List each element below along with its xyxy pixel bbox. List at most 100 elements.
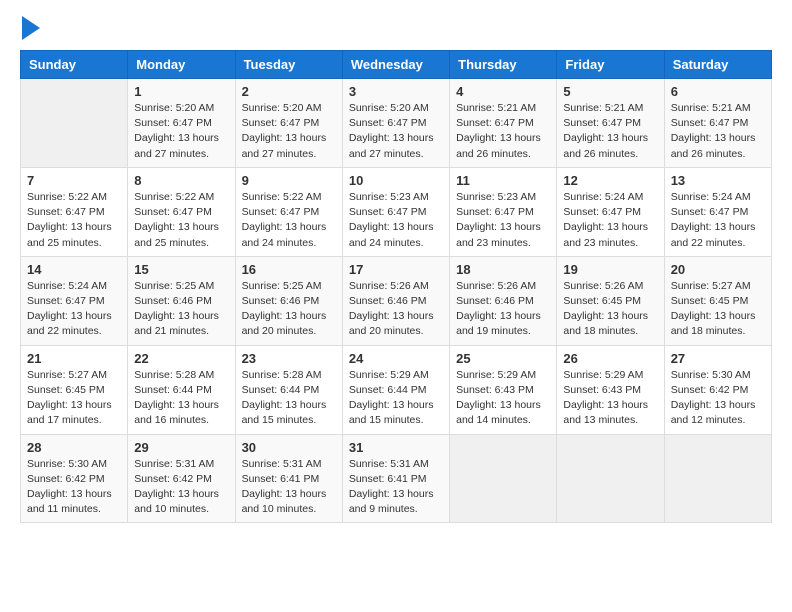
day-info: Sunrise: 5:21 AMSunset: 6:47 PMDaylight:… — [563, 101, 657, 162]
day-info: Sunrise: 5:21 AMSunset: 6:47 PMDaylight:… — [671, 101, 765, 162]
day-info: Sunrise: 5:24 AMSunset: 6:47 PMDaylight:… — [27, 279, 121, 340]
calendar-cell: 8 Sunrise: 5:22 AMSunset: 6:47 PMDayligh… — [128, 167, 235, 256]
day-info: Sunrise: 5:27 AMSunset: 6:45 PMDaylight:… — [27, 368, 121, 429]
day-number: 16 — [242, 262, 336, 277]
calendar-cell: 12 Sunrise: 5:24 AMSunset: 6:47 PMDaylig… — [557, 167, 664, 256]
calendar-cell: 16 Sunrise: 5:25 AMSunset: 6:46 PMDaylig… — [235, 256, 342, 345]
calendar-cell: 31 Sunrise: 5:31 AMSunset: 6:41 PMDaylig… — [342, 434, 449, 523]
col-header-monday: Monday — [128, 51, 235, 79]
day-info: Sunrise: 5:31 AMSunset: 6:41 PMDaylight:… — [349, 457, 443, 518]
calendar-cell: 24 Sunrise: 5:29 AMSunset: 6:44 PMDaylig… — [342, 345, 449, 434]
day-info: Sunrise: 5:29 AMSunset: 6:43 PMDaylight:… — [563, 368, 657, 429]
day-info: Sunrise: 5:20 AMSunset: 6:47 PMDaylight:… — [242, 101, 336, 162]
day-info: Sunrise: 5:27 AMSunset: 6:45 PMDaylight:… — [671, 279, 765, 340]
calendar-cell: 23 Sunrise: 5:28 AMSunset: 6:44 PMDaylig… — [235, 345, 342, 434]
calendar-week-row: 7 Sunrise: 5:22 AMSunset: 6:47 PMDayligh… — [21, 167, 772, 256]
calendar-cell: 11 Sunrise: 5:23 AMSunset: 6:47 PMDaylig… — [450, 167, 557, 256]
calendar-cell: 4 Sunrise: 5:21 AMSunset: 6:47 PMDayligh… — [450, 79, 557, 168]
day-info: Sunrise: 5:30 AMSunset: 6:42 PMDaylight:… — [671, 368, 765, 429]
calendar-week-row: 28 Sunrise: 5:30 AMSunset: 6:42 PMDaylig… — [21, 434, 772, 523]
day-number: 15 — [134, 262, 228, 277]
day-info: Sunrise: 5:23 AMSunset: 6:47 PMDaylight:… — [349, 190, 443, 251]
day-number: 7 — [27, 173, 121, 188]
calendar-header-row: SundayMondayTuesdayWednesdayThursdayFrid… — [21, 51, 772, 79]
calendar-cell: 3 Sunrise: 5:20 AMSunset: 6:47 PMDayligh… — [342, 79, 449, 168]
logo — [20, 20, 40, 40]
day-number: 26 — [563, 351, 657, 366]
logo-arrow-icon — [22, 16, 40, 40]
calendar-cell: 27 Sunrise: 5:30 AMSunset: 6:42 PMDaylig… — [664, 345, 771, 434]
col-header-saturday: Saturday — [664, 51, 771, 79]
calendar-cell — [557, 434, 664, 523]
day-number: 8 — [134, 173, 228, 188]
calendar-cell: 1 Sunrise: 5:20 AMSunset: 6:47 PMDayligh… — [128, 79, 235, 168]
calendar-cell: 18 Sunrise: 5:26 AMSunset: 6:46 PMDaylig… — [450, 256, 557, 345]
day-number: 20 — [671, 262, 765, 277]
day-info: Sunrise: 5:29 AMSunset: 6:44 PMDaylight:… — [349, 368, 443, 429]
day-info: Sunrise: 5:28 AMSunset: 6:44 PMDaylight:… — [134, 368, 228, 429]
day-number: 18 — [456, 262, 550, 277]
day-info: Sunrise: 5:30 AMSunset: 6:42 PMDaylight:… — [27, 457, 121, 518]
calendar-table: SundayMondayTuesdayWednesdayThursdayFrid… — [20, 50, 772, 523]
day-number: 25 — [456, 351, 550, 366]
day-number: 5 — [563, 84, 657, 99]
calendar-cell — [450, 434, 557, 523]
calendar-week-row: 14 Sunrise: 5:24 AMSunset: 6:47 PMDaylig… — [21, 256, 772, 345]
day-number: 10 — [349, 173, 443, 188]
day-info: Sunrise: 5:28 AMSunset: 6:44 PMDaylight:… — [242, 368, 336, 429]
page-header — [20, 20, 772, 40]
col-header-thursday: Thursday — [450, 51, 557, 79]
calendar-cell: 28 Sunrise: 5:30 AMSunset: 6:42 PMDaylig… — [21, 434, 128, 523]
day-number: 9 — [242, 173, 336, 188]
day-number: 21 — [27, 351, 121, 366]
day-info: Sunrise: 5:25 AMSunset: 6:46 PMDaylight:… — [134, 279, 228, 340]
calendar-cell: 21 Sunrise: 5:27 AMSunset: 6:45 PMDaylig… — [21, 345, 128, 434]
day-number: 4 — [456, 84, 550, 99]
day-number: 28 — [27, 440, 121, 455]
day-number: 11 — [456, 173, 550, 188]
day-number: 17 — [349, 262, 443, 277]
day-info: Sunrise: 5:29 AMSunset: 6:43 PMDaylight:… — [456, 368, 550, 429]
day-info: Sunrise: 5:31 AMSunset: 6:42 PMDaylight:… — [134, 457, 228, 518]
calendar-cell: 26 Sunrise: 5:29 AMSunset: 6:43 PMDaylig… — [557, 345, 664, 434]
day-info: Sunrise: 5:23 AMSunset: 6:47 PMDaylight:… — [456, 190, 550, 251]
day-number: 24 — [349, 351, 443, 366]
day-number: 31 — [349, 440, 443, 455]
col-header-sunday: Sunday — [21, 51, 128, 79]
day-info: Sunrise: 5:22 AMSunset: 6:47 PMDaylight:… — [27, 190, 121, 251]
day-info: Sunrise: 5:26 AMSunset: 6:46 PMDaylight:… — [456, 279, 550, 340]
day-info: Sunrise: 5:24 AMSunset: 6:47 PMDaylight:… — [671, 190, 765, 251]
calendar-cell: 6 Sunrise: 5:21 AMSunset: 6:47 PMDayligh… — [664, 79, 771, 168]
day-number: 27 — [671, 351, 765, 366]
day-number: 14 — [27, 262, 121, 277]
day-number: 29 — [134, 440, 228, 455]
day-info: Sunrise: 5:31 AMSunset: 6:41 PMDaylight:… — [242, 457, 336, 518]
day-number: 19 — [563, 262, 657, 277]
day-info: Sunrise: 5:24 AMSunset: 6:47 PMDaylight:… — [563, 190, 657, 251]
calendar-cell: 10 Sunrise: 5:23 AMSunset: 6:47 PMDaylig… — [342, 167, 449, 256]
col-header-tuesday: Tuesday — [235, 51, 342, 79]
day-number: 22 — [134, 351, 228, 366]
col-header-friday: Friday — [557, 51, 664, 79]
calendar-cell: 22 Sunrise: 5:28 AMSunset: 6:44 PMDaylig… — [128, 345, 235, 434]
day-info: Sunrise: 5:22 AMSunset: 6:47 PMDaylight:… — [242, 190, 336, 251]
calendar-cell: 30 Sunrise: 5:31 AMSunset: 6:41 PMDaylig… — [235, 434, 342, 523]
day-number: 6 — [671, 84, 765, 99]
day-info: Sunrise: 5:22 AMSunset: 6:47 PMDaylight:… — [134, 190, 228, 251]
day-info: Sunrise: 5:25 AMSunset: 6:46 PMDaylight:… — [242, 279, 336, 340]
calendar-cell: 2 Sunrise: 5:20 AMSunset: 6:47 PMDayligh… — [235, 79, 342, 168]
calendar-cell: 5 Sunrise: 5:21 AMSunset: 6:47 PMDayligh… — [557, 79, 664, 168]
day-info: Sunrise: 5:20 AMSunset: 6:47 PMDaylight:… — [134, 101, 228, 162]
day-number: 23 — [242, 351, 336, 366]
day-number: 3 — [349, 84, 443, 99]
day-number: 30 — [242, 440, 336, 455]
calendar-cell: 25 Sunrise: 5:29 AMSunset: 6:43 PMDaylig… — [450, 345, 557, 434]
day-number: 2 — [242, 84, 336, 99]
calendar-week-row: 21 Sunrise: 5:27 AMSunset: 6:45 PMDaylig… — [21, 345, 772, 434]
calendar-cell: 19 Sunrise: 5:26 AMSunset: 6:45 PMDaylig… — [557, 256, 664, 345]
calendar-cell: 17 Sunrise: 5:26 AMSunset: 6:46 PMDaylig… — [342, 256, 449, 345]
day-number: 13 — [671, 173, 765, 188]
calendar-cell: 7 Sunrise: 5:22 AMSunset: 6:47 PMDayligh… — [21, 167, 128, 256]
day-info: Sunrise: 5:21 AMSunset: 6:47 PMDaylight:… — [456, 101, 550, 162]
calendar-cell — [21, 79, 128, 168]
